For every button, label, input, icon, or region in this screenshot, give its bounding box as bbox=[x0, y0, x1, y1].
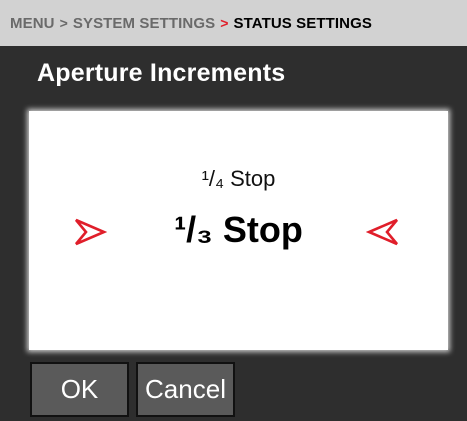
previous-option[interactable]: ¹/₄ Stop bbox=[29, 166, 448, 192]
chevron-left-icon[interactable] bbox=[366, 217, 400, 247]
ok-button[interactable]: OK bbox=[30, 362, 129, 417]
cancel-button[interactable]: Cancel bbox=[136, 362, 235, 417]
breadcrumb: MENU > SYSTEM SETTINGS > STATUS SETTINGS bbox=[0, 0, 467, 46]
page-title: Aperture Increments bbox=[37, 59, 286, 87]
breadcrumb-separator-active: > bbox=[220, 15, 229, 31]
chevron-right-icon[interactable] bbox=[73, 217, 107, 247]
value-selector[interactable]: ¹/₄ Stop ¹/₃ Stop bbox=[29, 111, 448, 350]
breadcrumb-menu[interactable]: MENU bbox=[10, 15, 55, 32]
breadcrumb-separator: > bbox=[59, 15, 68, 31]
breadcrumb-status-settings: STATUS SETTINGS bbox=[233, 14, 372, 32]
breadcrumb-system-settings[interactable]: SYSTEM SETTINGS bbox=[73, 15, 215, 32]
